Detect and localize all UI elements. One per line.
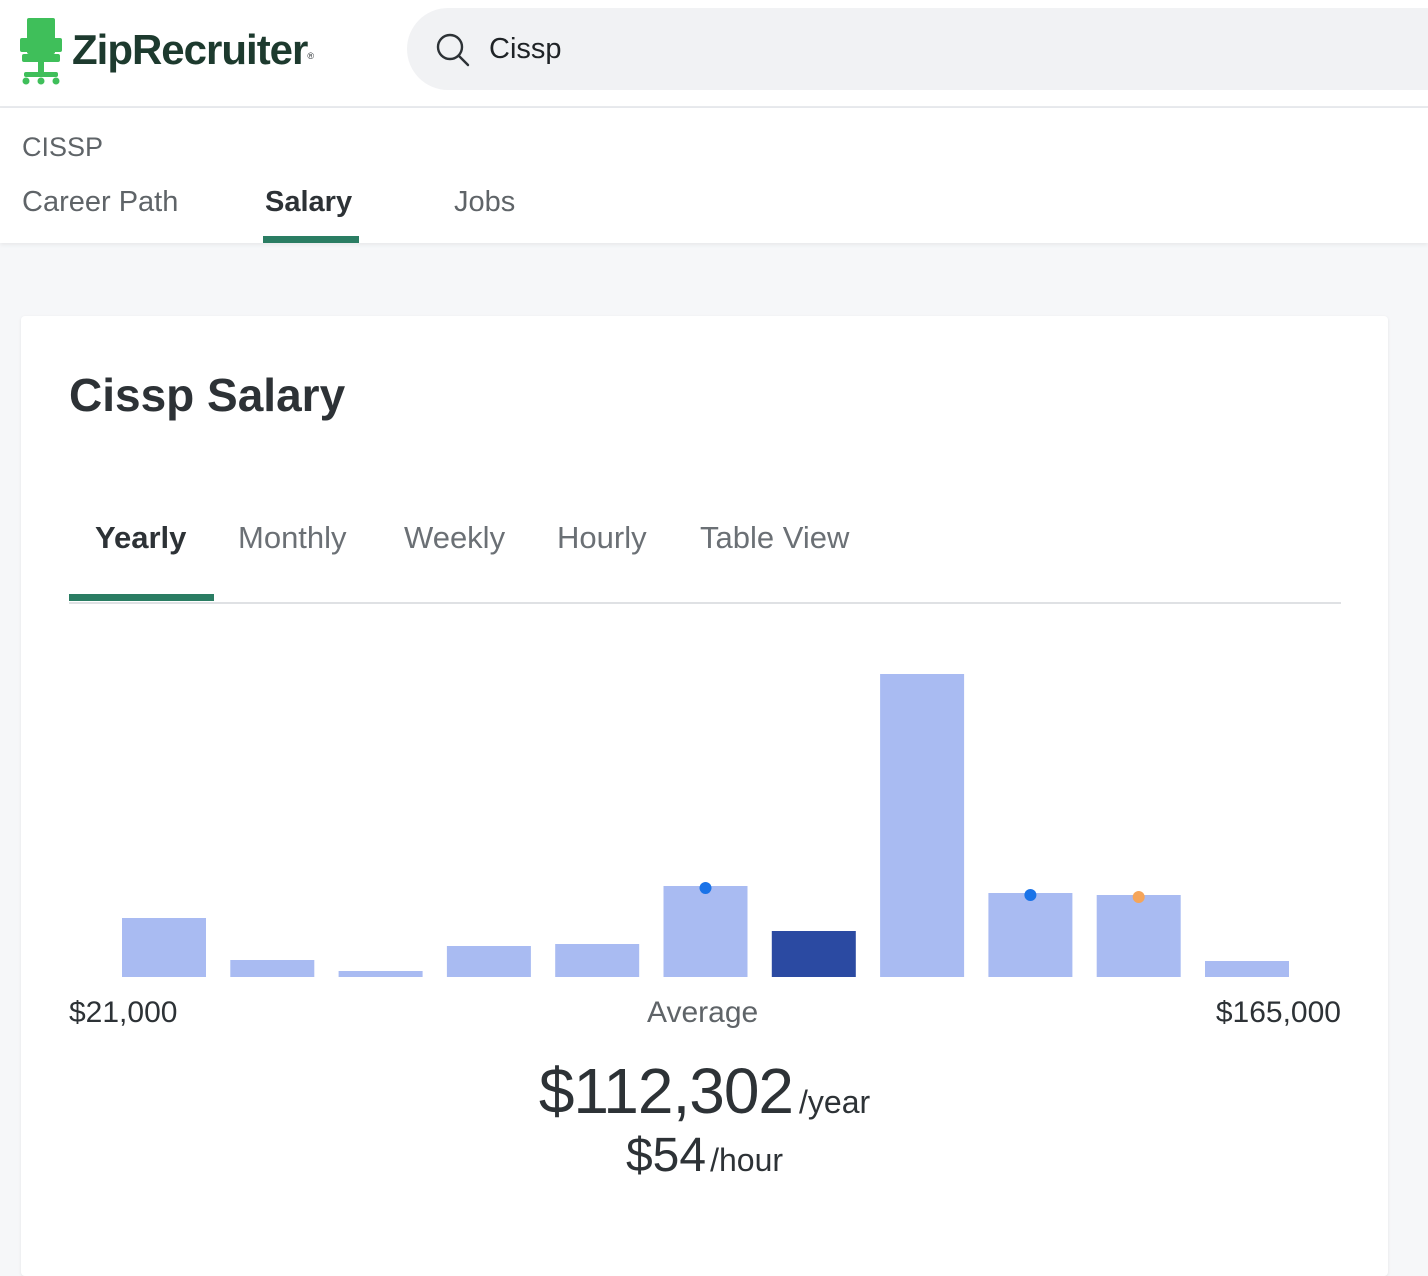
active-tab-indicator xyxy=(263,236,359,243)
tabs-divider xyxy=(69,602,1341,604)
salary-card: Cissp Salary Yearly Monthly Weekly Hourl… xyxy=(21,316,1388,1276)
registered-mark-icon: ® xyxy=(307,51,315,61)
histogram-marker-dot xyxy=(1024,889,1037,901)
tab-salary[interactable]: Salary xyxy=(265,186,352,219)
breadcrumb[interactable]: CISSP xyxy=(22,132,103,163)
histogram-bar xyxy=(338,971,423,977)
histogram-bar xyxy=(1096,895,1181,977)
histogram-bar xyxy=(555,944,640,977)
chair-icon xyxy=(20,18,62,85)
tab-hourly[interactable]: Hourly xyxy=(557,520,647,556)
tab-jobs[interactable]: Jobs xyxy=(454,186,515,219)
max-salary-label: $165,000 xyxy=(1215,996,1341,1029)
search-bar[interactable] xyxy=(407,8,1428,90)
tab-career-path[interactable]: Career Path xyxy=(22,186,178,219)
page-title: Cissp Salary xyxy=(69,369,346,421)
average-label: Average xyxy=(647,996,759,1029)
yearly-salary-unit: /year xyxy=(799,1084,871,1120)
histogram-svg xyxy=(122,674,1289,977)
brand-name: ZipRecruiter xyxy=(72,26,308,73)
period-tabs: Yearly Monthly Weekly Hourly Table View xyxy=(69,512,1341,604)
histogram-marker-dot xyxy=(1132,891,1145,903)
yearly-salary: $112,302/year xyxy=(21,1054,1388,1128)
search-input[interactable] xyxy=(489,28,1389,70)
active-period-indicator xyxy=(69,594,214,601)
histogram-bar xyxy=(988,893,1073,977)
tab-yearly[interactable]: Yearly xyxy=(95,520,186,556)
histogram-marker-dot xyxy=(699,882,712,894)
histogram-bar xyxy=(663,886,748,977)
histogram-bar xyxy=(122,918,206,977)
histogram-bar xyxy=(1205,961,1289,977)
ziprecruiter-logo[interactable]: ZipRecruiter ® xyxy=(18,14,314,86)
histogram-bar xyxy=(880,674,965,977)
hourly-salary: $54/hour xyxy=(21,1128,1388,1183)
top-header: ZipRecruiter ® xyxy=(0,0,1428,108)
min-salary-label: $21,000 xyxy=(69,996,178,1029)
search-icon[interactable] xyxy=(435,32,471,68)
yearly-salary-value: $112,302 xyxy=(538,1055,794,1127)
hourly-salary-unit: /hour xyxy=(710,1142,784,1178)
histogram-bar xyxy=(230,960,315,977)
histogram-bar-average xyxy=(771,931,856,977)
histogram-bar xyxy=(446,946,531,977)
tab-weekly[interactable]: Weekly xyxy=(404,520,505,556)
tab-monthly[interactable]: Monthly xyxy=(238,520,347,556)
salary-histogram xyxy=(69,646,1341,986)
tab-table-view[interactable]: Table View xyxy=(700,520,849,556)
sub-navigation: CISSP Career Path Salary Jobs xyxy=(0,108,1428,243)
hourly-salary-value: $54 xyxy=(625,1129,707,1182)
